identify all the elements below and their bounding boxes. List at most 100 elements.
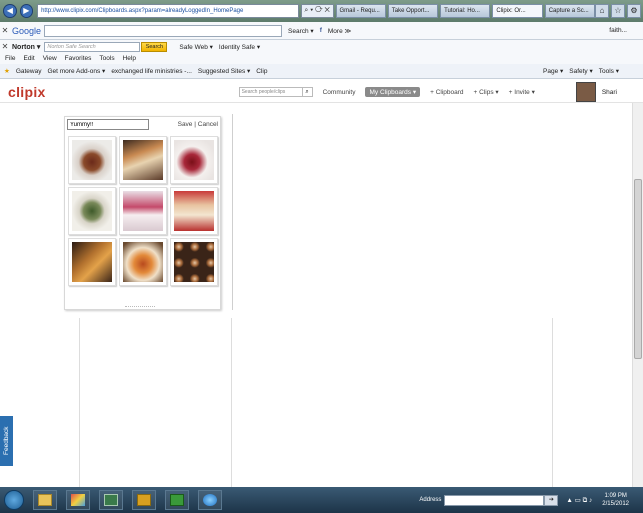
google-user[interactable]: faith... bbox=[609, 27, 627, 34]
save-cancel-group: Save | Cancel bbox=[178, 121, 218, 128]
separator: | bbox=[194, 121, 196, 128]
clipboard-card: Save | Cancel bbox=[64, 116, 221, 310]
food-photo bbox=[123, 191, 163, 231]
fav-clip[interactable]: Clip bbox=[256, 68, 267, 75]
food-photo bbox=[72, 242, 112, 282]
pane-divider bbox=[232, 114, 233, 310]
start-button[interactable] bbox=[4, 490, 24, 510]
google-search-button[interactable]: Search ▾ bbox=[288, 27, 314, 35]
taskbar-internet-explorer[interactable] bbox=[198, 490, 222, 510]
taskbar-gallery[interactable] bbox=[99, 490, 123, 510]
food-photo bbox=[123, 242, 163, 282]
nav-add-clips[interactable]: + Clips ▾ bbox=[474, 88, 499, 96]
tab-clipix[interactable]: Clipix: Or... bbox=[492, 4, 543, 18]
tab-tutorial[interactable]: Tutorial: Ho... bbox=[440, 4, 491, 18]
taskbar-camtasia[interactable] bbox=[165, 490, 189, 510]
menu-view[interactable]: View bbox=[43, 55, 57, 62]
google-search-input[interactable] bbox=[44, 24, 283, 37]
menu-favorites[interactable]: Favorites bbox=[65, 55, 92, 62]
search-icon[interactable]: ⌕ bbox=[302, 87, 313, 97]
norton-toolbar: ✕ Norton ▾ Norton Safe Search Search Saf… bbox=[0, 40, 643, 53]
clip-thumbnail[interactable] bbox=[68, 238, 116, 286]
clipix-header: clipix Search people/clips ⌕ Community M… bbox=[0, 82, 643, 103]
facebook-icon[interactable]: f bbox=[320, 27, 322, 34]
menu-tools[interactable]: Tools bbox=[99, 55, 114, 62]
camera-icon bbox=[170, 494, 184, 506]
back-button[interactable]: ◀ bbox=[3, 4, 17, 18]
nav-invite[interactable]: + Invite ▾ bbox=[509, 88, 535, 96]
address-bar[interactable]: http://www.clipix.com/Clipboards.aspx?pa… bbox=[37, 4, 299, 18]
gear-icon[interactable]: ⚙ bbox=[627, 4, 641, 18]
nav-my-clipboards[interactable]: My Clipboards ▾ bbox=[365, 87, 421, 97]
tab-gmail[interactable]: Gmail - Requ... bbox=[335, 4, 386, 18]
taskbar-paint[interactable] bbox=[66, 490, 90, 510]
nav-community[interactable]: Community bbox=[323, 89, 356, 96]
taskbar-address-input[interactable] bbox=[444, 494, 545, 506]
norton-search-input[interactable]: Norton Safe Search bbox=[44, 41, 141, 52]
food-photo bbox=[174, 242, 214, 282]
taskbar-explorer[interactable] bbox=[33, 490, 57, 510]
cancel-button[interactable]: Cancel bbox=[198, 121, 218, 128]
go-arrow-icon[interactable]: ➔ bbox=[544, 494, 559, 506]
clip-thumbnail[interactable] bbox=[170, 238, 218, 286]
close-icon[interactable]: ✕ bbox=[0, 26, 10, 35]
favorites-bar: ★ Gateway Get more Add-ons ▾ exchanged l… bbox=[0, 64, 643, 79]
forward-button[interactable]: ▶ bbox=[19, 4, 34, 18]
system-tray-icons[interactable]: ▲ ▭ ⧉ ♪ bbox=[566, 496, 592, 505]
feedback-tab[interactable]: Feedback bbox=[0, 416, 13, 466]
close-icon[interactable]: ✕ bbox=[0, 42, 10, 51]
clip-thumbnail[interactable] bbox=[119, 136, 167, 184]
clip-thumbnail[interactable] bbox=[119, 238, 167, 286]
tab-take-opportunity[interactable]: Take Opport... bbox=[387, 4, 439, 18]
windows-taskbar: Address ➔ ▲ ▭ ⧉ ♪ 1:09 PM 2/15/2012 bbox=[0, 487, 643, 513]
safety-menu[interactable]: Safety ▾ bbox=[569, 67, 593, 75]
address-bar-icons[interactable]: ⌕ ▾ ⟳ ✕ bbox=[300, 4, 334, 18]
scrollbar-thumb[interactable] bbox=[634, 179, 642, 359]
safe-web-button[interactable]: Safe Web ▾ bbox=[179, 43, 213, 51]
tools-menu[interactable]: Tools ▾ bbox=[599, 67, 619, 75]
clock-time: 1:09 PM bbox=[604, 493, 627, 499]
clock[interactable]: 1:09 PM 2/15/2012 bbox=[602, 492, 629, 508]
more-button[interactable]: More ≫ bbox=[328, 27, 351, 35]
clip-thumbnail[interactable] bbox=[68, 187, 116, 235]
food-photo bbox=[123, 140, 163, 180]
nav-add-clipboard[interactable]: + Clipboard bbox=[430, 89, 463, 96]
menu-edit[interactable]: Edit bbox=[23, 55, 34, 62]
taskbar-media[interactable] bbox=[132, 490, 156, 510]
clipix-logo[interactable]: clipix bbox=[8, 84, 46, 100]
norton-search-button[interactable]: Search bbox=[141, 41, 168, 52]
clip-thumbnail[interactable] bbox=[119, 187, 167, 235]
tab-capture[interactable]: Capture a Sc... bbox=[544, 4, 595, 18]
resize-handle[interactable] bbox=[125, 306, 155, 308]
empty-clipboard-area bbox=[79, 318, 232, 490]
google-toolbar: ✕ Google Search ▾ f More ≫ faith... bbox=[0, 22, 643, 40]
favorites-star-icon[interactable]: ☆ bbox=[611, 4, 625, 18]
clip-thumbnail[interactable] bbox=[68, 136, 116, 184]
identity-safe-button[interactable]: Identity Safe ▾ bbox=[219, 43, 260, 51]
clip-thumbnail[interactable] bbox=[170, 187, 218, 235]
menu-file[interactable]: File bbox=[5, 55, 15, 62]
taskbar-address-label: Address bbox=[419, 497, 442, 503]
address-text: http://www.clipix.com/Clipboards.aspx?pa… bbox=[41, 8, 244, 14]
username[interactable]: Shari bbox=[602, 89, 617, 96]
clip-thumbnail[interactable] bbox=[170, 136, 218, 184]
divider bbox=[552, 318, 553, 490]
fav-get-addons[interactable]: Get more Add-ons ▾ bbox=[47, 67, 105, 75]
norton-logo[interactable]: Norton ▾ bbox=[12, 43, 40, 51]
thumbnail-grid bbox=[68, 136, 220, 286]
fav-exchanged-life[interactable]: exchanged life ministries -... bbox=[111, 68, 192, 75]
food-photo bbox=[174, 140, 214, 180]
favorites-star-icon[interactable]: ★ bbox=[4, 67, 10, 75]
home-icon[interactable]: ⌂ bbox=[595, 4, 609, 18]
food-photo bbox=[72, 140, 112, 180]
clipboard-name-input[interactable] bbox=[67, 119, 149, 130]
save-button[interactable]: Save bbox=[178, 121, 193, 128]
people-search-input[interactable]: Search people/clips bbox=[238, 87, 303, 97]
food-photo bbox=[174, 191, 214, 231]
page-menu[interactable]: Page ▾ bbox=[543, 67, 563, 75]
avatar[interactable] bbox=[575, 82, 596, 102]
menu-help[interactable]: Help bbox=[123, 55, 136, 62]
fav-suggested-sites[interactable]: Suggested Sites ▾ bbox=[198, 67, 250, 75]
page-scrollbar[interactable] bbox=[632, 103, 643, 487]
fav-gateway[interactable]: Gateway bbox=[16, 68, 42, 75]
